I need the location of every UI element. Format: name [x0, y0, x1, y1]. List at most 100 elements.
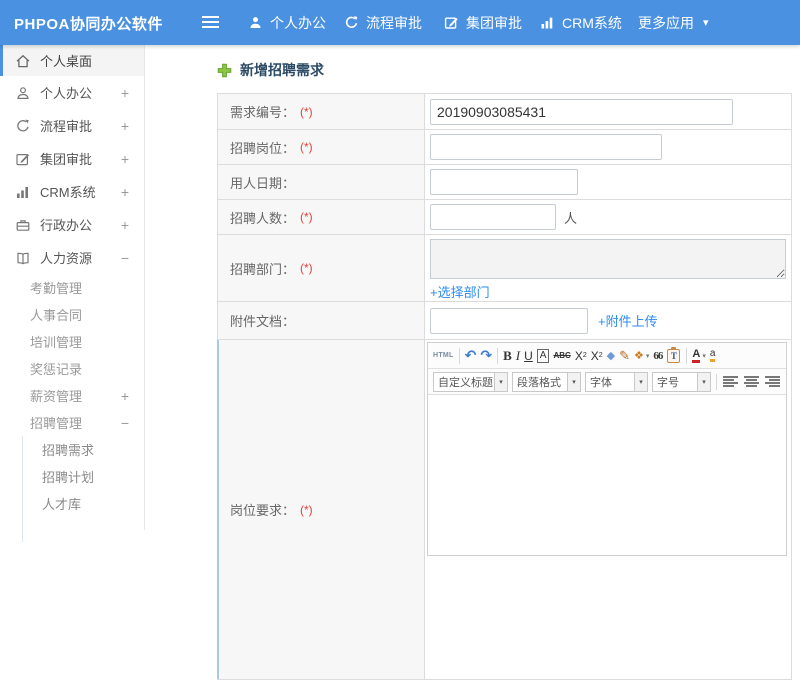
expand-icon[interactable]: + [121, 217, 129, 233]
rich-text-editor: HTML ↶ ↷ B I U A ABC X2 X2 ◆ ✎ ❖ ▾ 66 T … [427, 342, 787, 556]
expand-icon[interactable]: + [121, 118, 129, 134]
superscript-button[interactable]: X2 [575, 346, 587, 366]
font-size-select[interactable]: 字号 ▾ [652, 371, 711, 392]
blockquote-button[interactable]: 66 [653, 346, 663, 366]
font-color-button[interactable]: A ▾ [692, 346, 706, 366]
sidebar-subitem-talent-pool[interactable]: 人才库 [23, 490, 144, 517]
menu-icon[interactable] [202, 16, 219, 29]
required-marker: (*) [300, 261, 313, 275]
book-icon [17, 252, 29, 264]
user-icon [17, 86, 29, 99]
sidebar-item-personal-desktop[interactable]: 个人桌面 [0, 45, 144, 76]
sidebar-item-process-approval[interactable]: 流程审批 + [0, 109, 144, 142]
brush-icon[interactable]: ✎ [619, 346, 630, 366]
sidebar-item-label: 个人办公 [40, 86, 93, 101]
sidebar-subitem-attendance[interactable]: 考勤管理 [0, 274, 144, 301]
app-logo: PHPOA协同办公软件 [14, 16, 163, 33]
form-row-job-requirements: 岗位要求： (*) HTML ↶ ↷ B I U A ABC X 2 X 2 ◆… [217, 340, 791, 680]
align-right-button[interactable] [765, 376, 780, 387]
expand-icon[interactable]: + [121, 151, 129, 167]
recruit-demand-form: 需求编号： (*) 招聘岗位： (*) 用人日期： 招聘人数： (*) [217, 93, 792, 680]
sidebar-subitem-training[interactable]: 培训管理 [0, 328, 144, 355]
sidebar-subitem-recruit-plan[interactable]: 招聘计划 [23, 463, 144, 490]
sidebar-item-human-resources[interactable]: 人力资源 − [0, 241, 144, 274]
heading-select[interactable]: 自定义标题 ▾ [433, 371, 508, 392]
toolbar-separator [497, 347, 499, 364]
background-color-button[interactable]: a [709, 346, 716, 366]
main-content: 新增招聘需求 需求编号： (*) 招聘岗位： (*) 用人日期： [145, 45, 800, 680]
nav-label: 更多应用 [638, 14, 694, 31]
strikethrough-button[interactable]: ABC [553, 346, 570, 366]
format-painter-icon[interactable]: ❖ ▾ [634, 346, 649, 366]
required-marker: (*) [300, 104, 313, 119]
align-left-button[interactable] [723, 376, 738, 387]
form-row-position: 招聘岗位： (*) [218, 130, 791, 165]
sidebar-item-personal-office[interactable]: 个人办公 + [0, 76, 144, 109]
toolbar-separator [686, 347, 688, 364]
paragraph-format-select[interactable]: 段落格式 ▾ [512, 371, 581, 392]
paste-table-icon[interactable]: T [667, 346, 681, 363]
collapse-icon[interactable]: − [121, 250, 129, 266]
sidebar-item-crm-system[interactable]: CRM系统 + [0, 175, 144, 208]
sidebar-subitem-salary[interactable]: 薪资管理 + [0, 382, 144, 409]
chevron-down-icon: ▾ [702, 352, 706, 360]
italic-button[interactable]: I [516, 346, 520, 366]
chevron-down-icon: ▾ [645, 352, 650, 360]
form-row-hire-date: 用人日期： [218, 165, 791, 200]
underline-button[interactable]: U [524, 346, 533, 366]
sidebar-item-label: 流程审批 [40, 119, 93, 134]
sidebar-item-label: 个人桌面 [40, 54, 93, 69]
required-marker: (*) [300, 140, 313, 154]
html-source-button[interactable]: HTML [433, 346, 454, 366]
form-row-attachment: 附件文档： +附件上传 [218, 302, 791, 340]
attachment-upload-link[interactable]: +附件上传 [598, 311, 658, 330]
expand-icon[interactable]: + [121, 85, 129, 101]
toolbar-separator [458, 347, 460, 364]
sidebar-item-admin-office[interactable]: 行政办公 + [0, 208, 144, 241]
chevron-down-icon: ▾ [634, 372, 647, 391]
eraser-icon[interactable]: ◆ [607, 346, 615, 366]
font-family-select[interactable]: 字体 ▾ [585, 371, 648, 392]
form-row-demand-number: 需求编号： (*) [218, 94, 791, 130]
expand-icon[interactable]: + [121, 184, 129, 200]
form-row-department: 招聘部门： (*) +选择部门 [218, 235, 791, 302]
nav-more-apps[interactable]: 更多应用 ▾ [638, 0, 709, 45]
field-label: 岗位要求： (*) [218, 340, 425, 679]
nav-label: 集团审批 [466, 14, 522, 31]
field-label: 招聘人数： (*) [218, 200, 425, 234]
select-department-link[interactable]: +选择部门 [430, 282, 490, 301]
demand-number-input[interactable] [430, 98, 733, 125]
position-input[interactable] [430, 134, 662, 160]
redo-icon[interactable]: ↷ [480, 346, 492, 366]
undo-icon[interactable]: ↶ [465, 346, 477, 366]
hire-date-input[interactable] [430, 169, 578, 195]
char-style-button[interactable]: A [536, 348, 550, 363]
nav-process-approval[interactable]: 流程审批 [344, 0, 422, 45]
nav-crm-system[interactable]: CRM系统 [540, 0, 622, 45]
editor-content-area[interactable] [428, 395, 786, 555]
department-textarea[interactable] [430, 239, 786, 279]
edit-box-icon [444, 17, 458, 29]
bold-button[interactable]: B [503, 346, 512, 366]
process-arrow-icon [17, 119, 29, 132]
page-title: 新增招聘需求 [217, 60, 800, 80]
align-center-button[interactable] [744, 376, 759, 387]
field-label: 用人日期： [218, 165, 425, 199]
sidebar-subitem-hr-contract[interactable]: 人事合同 [0, 301, 144, 328]
nav-personal-office[interactable]: 个人办公 [248, 0, 326, 45]
headcount-input[interactable] [430, 204, 556, 230]
subscript-button[interactable]: X2 [591, 346, 603, 366]
nav-group-approval[interactable]: 集团审批 [444, 0, 522, 45]
home-icon [16, 54, 30, 67]
sidebar-subitem-rewards[interactable]: 奖惩记录 [0, 355, 144, 382]
sidebar-subitem-recruit-demand[interactable]: 招聘需求 [23, 436, 144, 463]
expand-icon[interactable]: + [121, 388, 129, 404]
field-label: 附件文档： [218, 302, 425, 339]
sidebar-item-label: 行政办公 [40, 218, 93, 233]
hr-submenu: 考勤管理 人事合同 培训管理 奖惩记录 薪资管理 + 招聘管理 − [0, 274, 144, 436]
collapse-icon[interactable]: − [121, 415, 129, 431]
sidebar-subitem-recruitment[interactable]: 招聘管理 − [0, 409, 144, 436]
sidebar-item-group-approval[interactable]: 集团审批 + [0, 142, 144, 175]
toolbar-separator [716, 373, 717, 390]
attachment-input[interactable] [430, 307, 588, 334]
